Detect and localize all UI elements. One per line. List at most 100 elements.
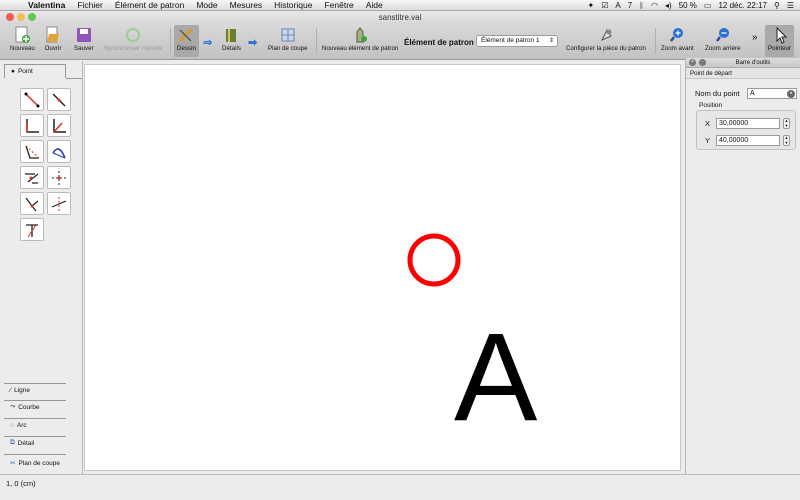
open-button[interactable]: Ouvrir: [44, 25, 62, 52]
y-stepper[interactable]: ▲ ▼: [783, 135, 790, 146]
sync-label: Synchroniser mesure: [104, 45, 163, 52]
y-label: Y: [705, 136, 711, 145]
menu-mode[interactable]: Mode: [190, 0, 223, 10]
battery-text[interactable]: 50 %: [679, 1, 697, 10]
drawing-canvas[interactable]: A: [84, 64, 681, 471]
bisector-tool[interactable]: [47, 114, 71, 137]
open-label: Ouvrir: [44, 45, 62, 52]
float-panel-button[interactable]: ◦: [699, 59, 706, 66]
configure-piece-button[interactable]: Configurer la pièce du patron: [566, 25, 646, 52]
intersect-tool[interactable]: [20, 166, 44, 189]
new-piece-label: Nouveau élément de patron: [322, 45, 399, 52]
x-coordinate-input[interactable]: 30,00000: [716, 118, 780, 129]
height-tool[interactable]: [47, 192, 71, 215]
pencil-ruler-icon: [177, 25, 195, 45]
menu-fichier[interactable]: Fichier: [71, 0, 109, 10]
tab-point-label: Point: [17, 68, 33, 75]
cursor-coordinates: 1, 0 (cm): [6, 479, 36, 488]
new-button[interactable]: Nouveau: [10, 25, 35, 52]
new-file-icon: [13, 25, 31, 45]
axis-icon: [26, 223, 38, 237]
line-point-tool[interactable]: [20, 88, 44, 111]
tab-layout[interactable]: ✂ Plan de coupe: [4, 456, 60, 470]
zoom-window-button[interactable]: [28, 13, 36, 21]
sync-measurements-button[interactable]: Synchroniser mesure: [104, 25, 162, 52]
shoulder-point-tool[interactable]: [20, 140, 44, 163]
menu-fenetre[interactable]: Fenêtre: [318, 0, 359, 10]
menu-mesures[interactable]: Mesures: [224, 0, 269, 10]
point-marker[interactable]: [407, 233, 461, 287]
dropbox-icon[interactable]: ✦: [588, 1, 595, 10]
menu-app[interactable]: Valentina: [22, 0, 71, 10]
tool-panel: ● Point ⁄ Ligne ⤳ Courbe ◌ Arc ⧉ Détail ✂ Pla…: [0, 61, 83, 474]
cross-point-tool[interactable]: [47, 166, 71, 189]
zoom-in-icon: [668, 25, 686, 45]
tab-line[interactable]: ⁄ Ligne: [4, 383, 30, 397]
notification-badge[interactable]: 7: [628, 1, 632, 10]
new-piece-icon: [351, 25, 369, 45]
section-header: Point de départ: [686, 68, 800, 79]
status-bar: 1, 0 (cm): [0, 474, 800, 500]
battery-icon[interactable]: ▭: [704, 1, 712, 10]
properties-panel: × ◦ Barre d'outils Point de départ Nom d…: [685, 58, 800, 474]
curve-tab-icon: ⤳: [10, 403, 16, 410]
zoom-out-label: Zoom arrière: [705, 45, 741, 52]
layout-mode-button[interactable]: Plan de coupe: [268, 25, 308, 52]
adobe-icon[interactable]: A: [615, 1, 620, 10]
curve-point-tool[interactable]: [47, 140, 71, 163]
x-stepper[interactable]: ▲ ▼: [783, 118, 790, 129]
point-tools-grid: [20, 88, 71, 241]
zoom-in-button[interactable]: Zoom avant: [661, 25, 694, 52]
more-tools-icon[interactable]: »: [752, 32, 758, 43]
menu-element-patron[interactable]: Élément de patron: [109, 0, 190, 10]
zoom-in-label: Zoom avant: [661, 45, 694, 52]
canvas-drawing: [407, 233, 461, 287]
menu-aide[interactable]: Aide: [360, 0, 389, 10]
menu-historique[interactable]: Historique: [268, 0, 318, 10]
volume-icon[interactable]: ◂): [665, 1, 672, 10]
tab-detail[interactable]: ⧉ Détail: [4, 436, 34, 450]
save-button[interactable]: Sauver: [74, 25, 94, 52]
y-coordinate-input[interactable]: 40,00000: [716, 135, 780, 146]
pointer-label: Pointeur: [768, 45, 792, 52]
save-disk-icon: [75, 25, 93, 45]
close-window-button[interactable]: [6, 13, 14, 21]
zoom-out-button[interactable]: Zoom arrière: [705, 25, 740, 52]
new-piece-button[interactable]: Nouveau élément de patron: [322, 25, 398, 52]
search-icon[interactable]: ⚲: [774, 1, 780, 10]
position-label: Position: [699, 102, 723, 109]
name-field-label: Nom du point: [695, 89, 740, 98]
line-point-icon: [24, 92, 40, 107]
minimize-window-button[interactable]: [17, 13, 25, 21]
bluetooth-icon[interactable]: ᛒ: [639, 1, 644, 10]
close-panel-button[interactable]: ×: [689, 59, 696, 66]
tab-arc[interactable]: ◌ Arc: [4, 418, 27, 432]
pointer-button[interactable]: Pointeur: [765, 25, 795, 57]
point-name-input[interactable]: A ×: [747, 88, 797, 99]
details-mode-button[interactable]: Détails: [222, 25, 241, 52]
new-label: Nouveau: [10, 45, 35, 52]
curve-icon: [52, 147, 66, 158]
list-icon[interactable]: ☰: [787, 1, 794, 10]
draw-mode-button[interactable]: Dessin: [174, 25, 199, 57]
tab-curve[interactable]: ⤳ Courbe: [4, 400, 40, 414]
toolbar-separator: [170, 28, 171, 54]
arrow-right-icon: ➡: [248, 37, 258, 49]
line-intersect-axis-tool[interactable]: [20, 218, 44, 241]
wifi-icon[interactable]: ◠: [651, 1, 658, 10]
point-label[interactable]: A: [454, 308, 537, 448]
along-line-tool[interactable]: [47, 88, 71, 111]
triangle-tool[interactable]: [20, 192, 44, 215]
tab-point[interactable]: ● Point: [4, 64, 66, 78]
x-label: X: [705, 119, 711, 128]
position-group: X 30,00000 ▲ ▼ Y 40,00000 ▲ ▼: [696, 110, 796, 150]
tab-line-label: Ligne: [14, 386, 30, 394]
dot-icon: ●: [11, 68, 15, 75]
piece-selector-dropdown[interactable]: Élément de patron 1 ⇕: [476, 35, 558, 47]
clear-icon[interactable]: ×: [787, 90, 795, 98]
detail-icon: ⧉: [10, 439, 15, 446]
app-status-icon[interactable]: ☑: [601, 1, 608, 10]
tab-arc-label: Arc: [16, 421, 27, 429]
normal-tool[interactable]: [20, 114, 44, 137]
clock[interactable]: 12 déc. 22:17: [718, 1, 766, 10]
